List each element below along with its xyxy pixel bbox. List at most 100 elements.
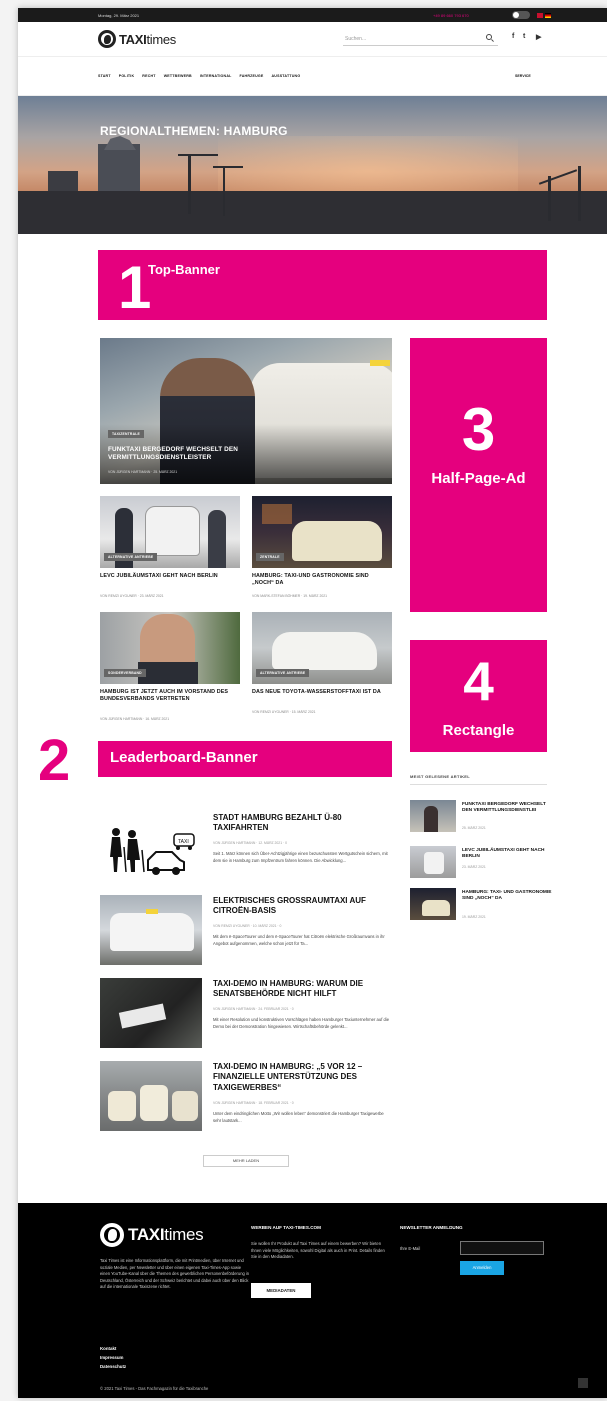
advertise-heading: WERBEN AUF TAXI-TIMES.COM bbox=[251, 1225, 321, 1230]
footer-link-datenschutz[interactable]: Datenschutz bbox=[100, 1363, 126, 1372]
article-image[interactable]: ALTERNATIVE ANTRIEBE bbox=[100, 496, 240, 568]
sidebar-article-date: 19. MÄRZ 2021 bbox=[462, 915, 486, 919]
page-title: REGIONALTHEMEN: HAMBURG bbox=[100, 124, 288, 138]
sidebar-thumbnail[interactable] bbox=[410, 800, 456, 832]
scroll-to-top-button[interactable] bbox=[578, 1378, 588, 1388]
article-title[interactable]: LEVC JUBILÄUMSTAXI GEHT NACH BERLIN bbox=[100, 573, 240, 580]
article-title[interactable]: DAS NEUE TOYOTA-WASSERSTOFFTAXI IST DA bbox=[252, 689, 392, 696]
email-field[interactable] bbox=[460, 1241, 544, 1255]
taxi-car bbox=[272, 632, 377, 670]
twitter-icon[interactable]: t bbox=[523, 33, 525, 40]
rectangle-ad[interactable]: 4 Rectangle bbox=[410, 640, 547, 752]
nav-item-ausstattung[interactable]: AUSSTATTUNG bbox=[272, 74, 301, 78]
list-article-title[interactable]: ELEKTRISCHES GROSSRAUMTAXI AUF CITROËN-B… bbox=[213, 896, 393, 917]
featured-title[interactable]: FUNKTAXI BERGEDORF WECHSELT DEN VERMITTL… bbox=[108, 446, 308, 463]
category-badge[interactable]: SONDERVERBAND bbox=[104, 669, 146, 677]
footer-about-text: Taxi Times ist eine Informationsplattfor… bbox=[100, 1258, 250, 1290]
site-footer: TAXItimes Taxi Times ist eine Informatio… bbox=[18, 1203, 607, 1398]
ad-number: 1 bbox=[118, 254, 152, 321]
load-more-button[interactable]: MEHR LADEN bbox=[203, 1155, 289, 1167]
flag-icon[interactable] bbox=[537, 13, 543, 18]
search-input[interactable]: Suchen... bbox=[343, 33, 498, 46]
language-flags[interactable] bbox=[537, 13, 551, 18]
paper bbox=[118, 1003, 167, 1029]
article-meta: VON JÜRGEN HARTMANN · 16. MÄRZ 2021 bbox=[100, 717, 170, 721]
ad-label: Half-Page-Ad bbox=[431, 470, 526, 487]
list-article-excerpt: Seit 1. März können sich Über-Achtzigjäh… bbox=[213, 851, 388, 863]
building bbox=[104, 136, 136, 150]
sidebar-article-title[interactable]: LEVC JUBILÄUMSTAXI GEHT NACH BERLIN bbox=[462, 848, 552, 861]
article-image[interactable]: ALTERNATIVE ANTRIEBE bbox=[252, 612, 392, 684]
ad-number: 4 bbox=[463, 650, 494, 712]
nav-item-recht[interactable]: RECHT bbox=[142, 74, 155, 78]
taxi-car bbox=[145, 506, 200, 556]
sidebar-article-title[interactable]: HAMBURG: TAXI- UND GASTRONOMIE SIND „NOC… bbox=[462, 890, 552, 903]
category-badge[interactable]: TAXIZENTRALE bbox=[108, 430, 144, 438]
category-badge[interactable]: ZENTRALE bbox=[256, 553, 284, 561]
article-image[interactable]: ZENTRALE bbox=[252, 496, 392, 568]
nav-item-international[interactable]: INTERNATIONAL bbox=[200, 74, 232, 78]
taxi-car bbox=[172, 1091, 198, 1121]
sidebar-article-date: 25. MÄRZ 2021 bbox=[462, 826, 486, 830]
youtube-icon[interactable]: ▶ bbox=[536, 33, 541, 41]
logo-text: TAXItimes bbox=[119, 31, 177, 47]
list-article-meta: VON JÜRGEN HARTMANN · 18. FEBRUAR 2021 ·… bbox=[213, 1101, 294, 1105]
list-article-meta: VON JÜRGEN HARTMANN · 12. MÄRZ 2021 · 0 bbox=[213, 841, 287, 845]
article-image[interactable] bbox=[100, 1061, 202, 1131]
leaderboard-ad[interactable]: Leaderboard-Banner bbox=[98, 741, 392, 777]
category-badge[interactable]: ALTERNATIVE ANTRIEBE bbox=[256, 669, 310, 677]
subscribe-button[interactable]: Anmelden bbox=[460, 1261, 504, 1275]
hero-banner: REGIONALTHEMEN: HAMBURG bbox=[18, 96, 607, 234]
article-meta: VON REMZI UYGUNER · 15. MÄRZ 2021 bbox=[252, 710, 316, 714]
article-image[interactable]: SONDERVERBAND bbox=[100, 612, 240, 684]
footer-link-kontakt[interactable]: Kontakt bbox=[100, 1345, 126, 1354]
light bbox=[262, 504, 292, 524]
article-title[interactable]: HAMBURG IST JETZT AUCH IM VORSTAND DES B… bbox=[100, 689, 240, 703]
nav-item-service[interactable]: SERVICE bbox=[515, 74, 531, 78]
article-meta: VON REMZI UYGUNER · 23. MÄRZ 2021 bbox=[100, 594, 164, 598]
phone-number[interactable]: +49 89 660 793 670 bbox=[433, 13, 469, 18]
list-article-title[interactable]: TAXI-DEMO IN HAMBURG: „5 VOR 12 – FINANZ… bbox=[213, 1062, 393, 1093]
sidebar-thumbnail[interactable] bbox=[410, 846, 456, 878]
crane bbox=[578, 166, 581, 221]
top-banner-ad[interactable]: 1 Top-Banner bbox=[98, 250, 547, 320]
list-article-title[interactable]: TAXI-DEMO IN HAMBURG: WARUM DIE SENATSBE… bbox=[213, 979, 393, 1000]
article-image[interactable] bbox=[100, 978, 202, 1048]
list-article-excerpt: Mit einer Resolution und konstruktiven V… bbox=[213, 1017, 390, 1029]
site-header: TAXItimes Suchen... f t ▶ bbox=[18, 22, 607, 56]
main-nav: START POLITIK RECHT WETTBEWERB INTERNATI… bbox=[18, 56, 607, 96]
nav-item-wettbewerb[interactable]: WETTBEWERB bbox=[164, 74, 192, 78]
nav-item-politik[interactable]: POLITIK bbox=[119, 74, 135, 78]
current-date: Montag, 29. März 2021 bbox=[98, 13, 140, 18]
list-article-title[interactable]: STADT HAMBURG BEZAHLT Ü-80 TAXIFAHRTEN bbox=[213, 813, 393, 834]
dark-mode-toggle[interactable] bbox=[512, 11, 530, 19]
article-title[interactable]: HAMBURG: TAXI-UND GASTRONOMIE SIND „NOCH… bbox=[252, 573, 392, 587]
category-badge[interactable]: ALTERNATIVE ANTRIEBE bbox=[104, 553, 158, 561]
crane bbox=[548, 176, 551, 221]
footer-logo[interactable]: TAXItimes bbox=[100, 1223, 204, 1247]
svg-text:TAXI: TAXI bbox=[178, 839, 189, 845]
footer-link-impressum[interactable]: Impressum bbox=[100, 1354, 126, 1363]
article-image[interactable] bbox=[100, 895, 202, 965]
elderly-taxi-illustration[interactable]: TAXI bbox=[100, 812, 202, 882]
crane bbox=[223, 166, 225, 216]
german-flag-icon[interactable] bbox=[545, 13, 551, 18]
half-page-ad[interactable]: 3 Half-Page-Ad bbox=[410, 338, 547, 612]
facebook-icon[interactable]: f bbox=[512, 33, 514, 40]
advertise-text: Sie wollen Ihr Produkt auf Taxi Times au… bbox=[251, 1241, 385, 1260]
sidebar-thumbnail[interactable] bbox=[410, 888, 456, 920]
taxi-car bbox=[422, 900, 450, 916]
search-icon[interactable] bbox=[486, 34, 492, 40]
taxi-sign bbox=[146, 909, 158, 914]
list-article-excerpt: Unter dem eindringlichen Motto „Wir woll… bbox=[213, 1111, 384, 1123]
newsletter-heading: NEWSLETTER ANMELDUNG bbox=[400, 1225, 463, 1230]
sidebar-article-title[interactable]: FUNKTAXI BERGEDORF WECHSELT DEN VERMITTL… bbox=[462, 802, 552, 815]
elderly-people-icon: TAXI bbox=[110, 828, 195, 875]
nav-item-start[interactable]: START bbox=[98, 74, 111, 78]
sidebar-article-date: 23. MÄRZ 2021 bbox=[462, 865, 486, 869]
nav-item-fahrzeuge[interactable]: FAHRZEUGE bbox=[240, 74, 264, 78]
site-logo[interactable]: TAXItimes bbox=[98, 30, 176, 48]
article-meta: VON MARK-STEFAN BÖHMER · 19. MÄRZ 2021 bbox=[252, 594, 327, 598]
mediadaten-button[interactable]: MEDIADATEN bbox=[251, 1283, 311, 1298]
featured-image[interactable]: TAXIZENTRALE FUNKTAXI BERGEDORF WECHSELT… bbox=[100, 338, 392, 484]
